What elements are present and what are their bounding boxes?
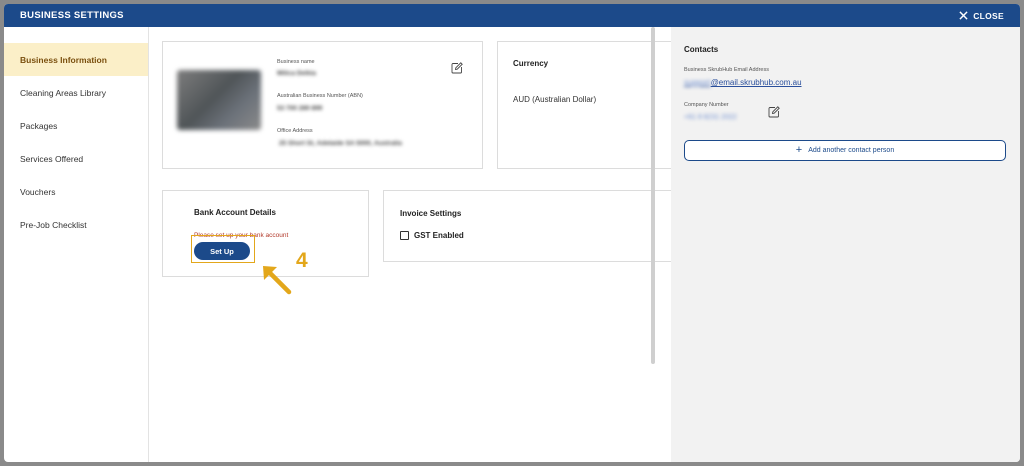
email-label: Business SkrubHub Email Address — [684, 67, 769, 73]
main-content: Business name Milica Delkia Australian B… — [149, 27, 678, 462]
sidebar-item-vouchers[interactable]: Vouchers — [4, 175, 148, 208]
bank-account-heading: Bank Account Details — [194, 208, 276, 217]
add-contact-label: Add another contact person — [808, 147, 895, 154]
business-email-link[interactable]: support@email.skrubhub.com.au — [684, 78, 802, 87]
plus-icon: + — [795, 144, 803, 156]
business-name-label: Business name — [277, 59, 315, 65]
sidebar-item-services-offered[interactable]: Services Offered — [4, 142, 148, 175]
invoice-settings-heading: Invoice Settings — [400, 209, 462, 218]
business-name-value: Milica Delkia — [277, 70, 317, 77]
company-number-value: +61 8 8231 2022 — [684, 114, 737, 121]
edit-company-number-icon[interactable] — [768, 106, 780, 118]
close-icon — [959, 11, 968, 20]
modal-title: BUSINESS SETTINGS — [20, 10, 124, 21]
office-address-label: Office Address — [277, 128, 313, 134]
abn-label: Australian Business Number (ABN) — [277, 93, 363, 99]
set-up-button[interactable]: Set Up — [194, 242, 250, 260]
edit-business-icon[interactable] — [451, 62, 463, 74]
main-scrollbar[interactable] — [651, 27, 655, 364]
tutorial-arrow-icon — [263, 266, 292, 295]
gst-enabled-checkbox[interactable]: GST Enabled — [400, 231, 464, 240]
sidebar-item-pre-job-checklist[interactable]: Pre-Job Checklist — [4, 208, 148, 241]
contacts-heading: Contacts — [684, 45, 719, 54]
invoice-settings-card: Invoice Settings GST Enabled — [383, 190, 678, 262]
gst-enabled-label: GST Enabled — [414, 231, 464, 240]
close-label: CLOSE — [973, 10, 1004, 21]
sidebar-item-business-information[interactable]: Business Information — [4, 43, 148, 76]
email-local-part: support — [684, 78, 711, 87]
tutorial-step-number: 4 — [296, 249, 308, 272]
modal-header: BUSINESS SETTINGS CLOSE — [4, 4, 1020, 27]
bank-warning-text: Please set up your bank account — [194, 232, 289, 239]
close-button[interactable]: CLOSE — [959, 11, 1004, 21]
bank-account-card: Bank Account Details Please set up your … — [162, 190, 369, 295]
business-settings-modal: BUSINESS SETTINGS CLOSE Business Informa… — [4, 4, 1020, 462]
checkbox-box[interactable] — [400, 231, 409, 240]
sidebar-item-packages[interactable]: Packages — [4, 109, 148, 142]
settings-sidebar: Business Information Cleaning Areas Libr… — [4, 27, 149, 462]
contacts-panel: Contacts Business SkrubHub Email Address… — [671, 27, 1020, 462]
abn-value: 53 700 289 899 — [277, 105, 323, 112]
company-number-label: Company Number — [684, 102, 729, 108]
add-contact-button[interactable]: + Add another contact person — [684, 140, 1006, 161]
currency-value: AUD (Australian Dollar) — [513, 95, 597, 104]
office-address-value: 25 Short St, Adelaide SA 5000, Australia — [279, 140, 402, 147]
sidebar-item-cleaning-areas-library[interactable]: Cleaning Areas Library — [4, 76, 148, 109]
email-domain: @email.skrubhub.com.au — [710, 78, 802, 87]
business-info-card: Business name Milica Delkia Australian B… — [162, 41, 483, 169]
currency-card: Currency AUD (Australian Dollar) — [497, 41, 677, 169]
business-logo-image — [177, 70, 261, 130]
currency-heading: Currency — [513, 59, 549, 68]
